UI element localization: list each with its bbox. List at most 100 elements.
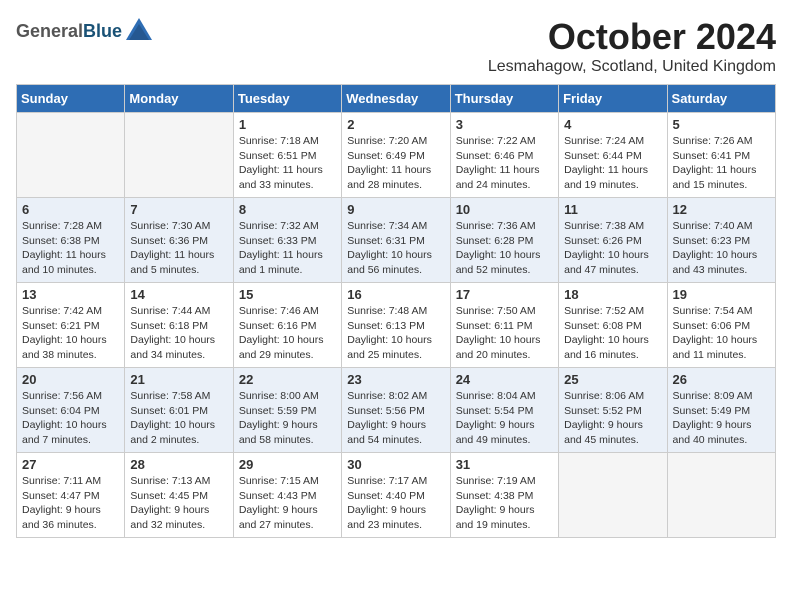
- day-info: Sunrise: 7:34 AMSunset: 6:31 PMDaylight:…: [347, 219, 444, 278]
- day-number: 12: [673, 202, 770, 217]
- calendar-cell: 20Sunrise: 7:56 AMSunset: 6:04 PMDayligh…: [17, 368, 125, 453]
- day-info: Sunrise: 7:38 AMSunset: 6:26 PMDaylight:…: [564, 219, 661, 278]
- calendar-cell: 19 Sunrise: 7:54 AMSunset: 6:06 PMDayligh…: [667, 283, 775, 368]
- calendar-cell: 5Sunrise: 7:26 AMSunset: 6:41 PMDaylight…: [667, 113, 775, 198]
- page-header: GeneralBlue October 2024 Lesmahagow, Sco…: [16, 16, 776, 76]
- calendar-cell: [125, 113, 233, 198]
- title-section: October 2024 Lesmahagow, Scotland, Unite…: [488, 16, 776, 76]
- day-number: 6: [22, 202, 119, 217]
- month-title: October 2024: [488, 16, 776, 58]
- day-info: Sunrise: 7:17 AMSunset: 4:40 PMDaylight:…: [347, 474, 444, 533]
- logo: GeneralBlue: [16, 16, 154, 46]
- day-info: Sunrise: 8:04 AMSunset: 5:54 PMDaylight:…: [456, 389, 553, 448]
- day-info: Sunrise: 7:36 AMSunset: 6:28 PMDaylight:…: [456, 219, 553, 278]
- location-subtitle: Lesmahagow, Scotland, United Kingdom: [488, 58, 776, 76]
- day-number: 11: [564, 202, 661, 217]
- day-number: 4: [564, 117, 661, 132]
- calendar-cell: 4 Sunrise: 7:24 AMSunset: 6:44 PMDaylight…: [559, 113, 667, 198]
- calendar-week-row: 6 Sunrise: 7:28 AMSunset: 6:38 PMDaylight…: [17, 198, 776, 283]
- day-info: Sunrise: 7:24 AMSunset: 6:44 PMDaylight:…: [564, 134, 661, 193]
- calendar-cell: 9 Sunrise: 7:34 AMSunset: 6:31 PMDaylight…: [342, 198, 450, 283]
- calendar-cell: 15 Sunrise: 7:46 AMSunset: 6:16 PMDayligh…: [233, 283, 341, 368]
- day-info: Sunrise: 7:19 AMSunset: 4:38 PMDaylight:…: [456, 474, 553, 533]
- day-number: 28: [130, 457, 227, 472]
- calendar-cell: 24 Sunrise: 8:04 AMSunset: 5:54 PMDayligh…: [450, 368, 558, 453]
- weekday-header-tuesday: Tuesday: [233, 85, 341, 113]
- calendar-cell: 8Sunrise: 7:32 AMSunset: 6:33 PMDaylight…: [233, 198, 341, 283]
- calendar-cell: 14 Sunrise: 7:44 AMSunset: 6:18 PMDayligh…: [125, 283, 233, 368]
- day-number: 18: [564, 287, 661, 302]
- calendar-cell: 2Sunrise: 7:20 AMSunset: 6:49 PMDaylight…: [342, 113, 450, 198]
- calendar-cell: 27 Sunrise: 7:11 AMSunset: 4:47 PMDayligh…: [17, 453, 125, 538]
- calendar-cell: 7Sunrise: 7:30 AMSunset: 6:36 PMDaylight…: [125, 198, 233, 283]
- day-number: 15: [239, 287, 336, 302]
- day-number: 22: [239, 372, 336, 387]
- day-info: Sunrise: 7:58 AMSunset: 6:01 PMDaylight:…: [130, 389, 227, 448]
- calendar-cell: 17 Sunrise: 7:50 AMSunset: 6:11 PMDayligh…: [450, 283, 558, 368]
- calendar-cell: [559, 453, 667, 538]
- day-number: 19: [673, 287, 770, 302]
- day-info: Sunrise: 7:18 AMSunset: 6:51 PMDaylight:…: [239, 134, 336, 193]
- weekday-header-sunday: Sunday: [17, 85, 125, 113]
- day-info: Sunrise: 8:06 AMSunset: 5:52 PMDaylight:…: [564, 389, 661, 448]
- day-number: 29: [239, 457, 336, 472]
- day-info: Sunrise: 7:26 AMSunset: 6:41 PMDaylight:…: [673, 134, 770, 193]
- day-info: Sunrise: 7:54 AMSunset: 6:06 PMDaylight:…: [673, 304, 770, 363]
- day-number: 14: [130, 287, 227, 302]
- day-number: 1: [239, 117, 336, 132]
- day-number: 3: [456, 117, 553, 132]
- calendar-cell: 21 Sunrise: 7:58 AMSunset: 6:01 PMDayligh…: [125, 368, 233, 453]
- day-info: Sunrise: 7:44 AMSunset: 6:18 PMDaylight:…: [130, 304, 227, 363]
- calendar-week-row: 27 Sunrise: 7:11 AMSunset: 4:47 PMDayligh…: [17, 453, 776, 538]
- weekday-header-friday: Friday: [559, 85, 667, 113]
- day-info: Sunrise: 7:50 AMSunset: 6:11 PMDaylight:…: [456, 304, 553, 363]
- day-info: Sunrise: 7:42 AMSunset: 6:21 PMDaylight:…: [22, 304, 119, 363]
- weekday-header-saturday: Saturday: [667, 85, 775, 113]
- day-info: Sunrise: 7:48 AMSunset: 6:13 PMDaylight:…: [347, 304, 444, 363]
- day-info: Sunrise: 7:46 AMSunset: 6:16 PMDaylight:…: [239, 304, 336, 363]
- day-number: 24: [456, 372, 553, 387]
- day-number: 31: [456, 457, 553, 472]
- day-info: Sunrise: 8:09 AMSunset: 5:49 PMDaylight:…: [673, 389, 770, 448]
- weekday-header-wednesday: Wednesday: [342, 85, 450, 113]
- day-info: Sunrise: 7:30 AMSunset: 6:36 PMDaylight:…: [130, 219, 227, 278]
- day-number: 10: [456, 202, 553, 217]
- calendar-week-row: 20Sunrise: 7:56 AMSunset: 6:04 PMDayligh…: [17, 368, 776, 453]
- calendar-week-row: 13 Sunrise: 7:42 AMSunset: 6:21 PMDayligh…: [17, 283, 776, 368]
- logo-blue: Blue: [83, 21, 122, 41]
- day-number: 9: [347, 202, 444, 217]
- calendar-cell: [17, 113, 125, 198]
- logo-icon: [124, 16, 154, 46]
- calendar-cell: 10 Sunrise: 7:36 AMSunset: 6:28 PMDayligh…: [450, 198, 558, 283]
- day-number: 27: [22, 457, 119, 472]
- day-number: 23: [347, 372, 444, 387]
- calendar-cell: 16 Sunrise: 7:48 AMSunset: 6:13 PMDayligh…: [342, 283, 450, 368]
- day-number: 17: [456, 287, 553, 302]
- calendar-cell: 3 Sunrise: 7:22 AMSunset: 6:46 PMDaylight…: [450, 113, 558, 198]
- day-info: Sunrise: 7:13 AMSunset: 4:45 PMDaylight:…: [130, 474, 227, 533]
- day-info: Sunrise: 7:52 AMSunset: 6:08 PMDaylight:…: [564, 304, 661, 363]
- day-info: Sunrise: 7:56 AMSunset: 6:04 PMDaylight:…: [22, 389, 119, 448]
- calendar-cell: [667, 453, 775, 538]
- day-number: 16: [347, 287, 444, 302]
- day-number: 2: [347, 117, 444, 132]
- day-info: Sunrise: 8:02 AMSunset: 5:56 PMDaylight:…: [347, 389, 444, 448]
- day-info: Sunrise: 7:32 AMSunset: 6:33 PMDaylight:…: [239, 219, 336, 278]
- day-info: Sunrise: 7:28 AMSunset: 6:38 PMDaylight:…: [22, 219, 119, 278]
- calendar-cell: 12 Sunrise: 7:40 AMSunset: 6:23 PMDayligh…: [667, 198, 775, 283]
- calendar-cell: 26 Sunrise: 8:09 AMSunset: 5:49 PMDayligh…: [667, 368, 775, 453]
- day-info: Sunrise: 7:11 AMSunset: 4:47 PMDaylight:…: [22, 474, 119, 533]
- calendar-cell: 23 Sunrise: 8:02 AMSunset: 5:56 PMDayligh…: [342, 368, 450, 453]
- day-info: Sunrise: 7:22 AMSunset: 6:46 PMDaylight:…: [456, 134, 553, 193]
- day-info: Sunrise: 7:40 AMSunset: 6:23 PMDaylight:…: [673, 219, 770, 278]
- calendar-cell: 29Sunrise: 7:15 AMSunset: 4:43 PMDayligh…: [233, 453, 341, 538]
- calendar-cell: 22Sunrise: 8:00 AMSunset: 5:59 PMDayligh…: [233, 368, 341, 453]
- day-number: 21: [130, 372, 227, 387]
- day-number: 26: [673, 372, 770, 387]
- day-number: 30: [347, 457, 444, 472]
- weekday-header-monday: Monday: [125, 85, 233, 113]
- calendar-cell: 31 Sunrise: 7:19 AMSunset: 4:38 PMDayligh…: [450, 453, 558, 538]
- day-number: 25: [564, 372, 661, 387]
- calendar-cell: 25 Sunrise: 8:06 AMSunset: 5:52 PMDayligh…: [559, 368, 667, 453]
- day-number: 13: [22, 287, 119, 302]
